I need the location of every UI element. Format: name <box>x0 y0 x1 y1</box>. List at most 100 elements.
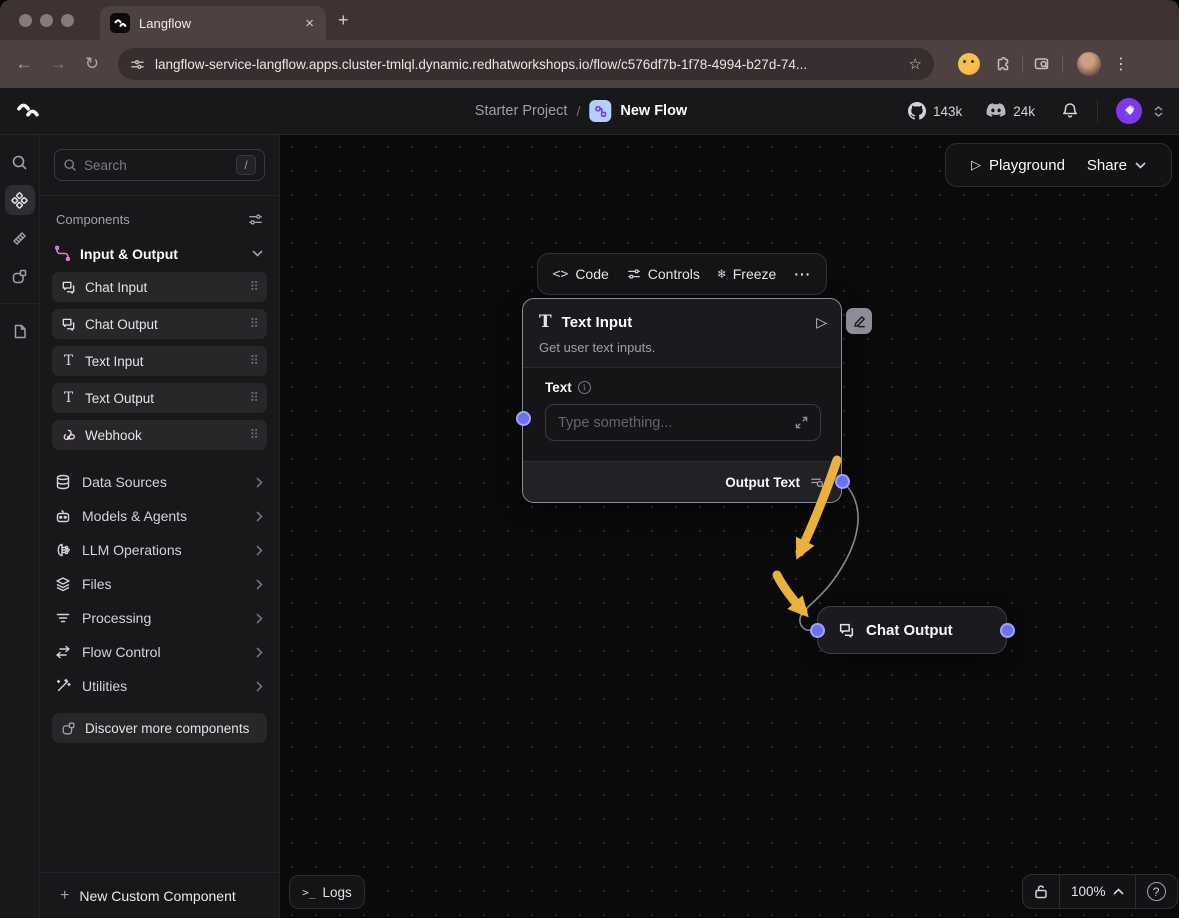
tab-close-icon[interactable]: × <box>303 15 316 32</box>
components-icon[interactable] <box>5 185 35 215</box>
drag-handle-icon[interactable]: ⠿ <box>249 390 258 406</box>
forward-icon[interactable]: → <box>44 54 72 74</box>
breadcrumb-flow-name[interactable]: New Flow <box>620 103 687 119</box>
help-button[interactable]: ? <box>1136 875 1177 908</box>
item-label: Chat Input <box>85 280 240 295</box>
text-field[interactable] <box>545 404 821 441</box>
freeze-button[interactable]: ❄ Freeze <box>718 266 776 282</box>
browser-tab[interactable]: Langflow × <box>100 6 326 40</box>
url-text[interactable]: langflow-service-langflow.apps.cluster-t… <box>155 57 899 72</box>
close-window-button[interactable] <box>19 14 32 27</box>
controls-button[interactable]: Controls <box>627 266 700 282</box>
tab-search-icon[interactable] <box>1033 55 1052 74</box>
share-button[interactable]: Share <box>1087 157 1146 174</box>
webhook-icon <box>61 428 76 443</box>
chevron-right-icon <box>256 545 263 556</box>
expand-icon[interactable] <box>795 416 808 429</box>
category-models-agents[interactable]: Models & Agents <box>40 499 279 533</box>
controls-label: Controls <box>648 266 700 282</box>
playground-button[interactable]: ▷ Playground <box>971 157 1065 174</box>
minimize-window-button[interactable] <box>40 14 53 27</box>
logs-button[interactable]: >_ Logs <box>289 875 365 909</box>
type-icon: T <box>539 312 552 332</box>
drag-handle-icon[interactable]: ⠿ <box>249 316 258 332</box>
chevrons-up-down-icon[interactable] <box>1154 106 1163 117</box>
search-field[interactable] <box>84 158 204 173</box>
zoom-level: 100% <box>1071 884 1106 899</box>
browser-menu-icon[interactable]: ⋮ <box>1107 54 1135 74</box>
filter-settings-icon[interactable] <box>248 212 263 227</box>
plus-icon: + <box>60 887 69 905</box>
filter-icon <box>55 610 71 626</box>
file-icon[interactable] <box>5 316 35 346</box>
extension-avatar-icon[interactable] <box>958 53 980 75</box>
breadcrumb-project[interactable]: Starter Project <box>475 103 568 119</box>
input-handle-text[interactable] <box>516 411 531 426</box>
sidebar-item-chat-output[interactable]: Chat Output ⠿ <box>52 309 267 339</box>
text-input-node[interactable]: T Text Input ▷ Get user text inputs. Tex… <box>522 298 842 503</box>
text-field-input[interactable] <box>558 415 787 431</box>
category-utilities[interactable]: Utilities <box>40 669 279 703</box>
input-handle-chat-output[interactable] <box>810 623 825 638</box>
drag-handle-icon[interactable]: ⠿ <box>249 353 258 369</box>
drag-handle-icon[interactable]: ⠿ <box>249 279 258 295</box>
zoom-level-button[interactable]: 100% <box>1060 875 1135 908</box>
github-stars[interactable]: 143k <box>908 102 962 120</box>
code-icon: <> <box>553 267 569 282</box>
discord-count[interactable]: 24k <box>986 103 1035 119</box>
bundles-icon[interactable] <box>5 223 35 253</box>
chevron-right-icon <box>256 681 263 692</box>
category-flow-control[interactable]: Flow Control <box>40 635 279 669</box>
search-input[interactable]: / <box>54 149 265 181</box>
bookmark-star-icon[interactable]: ☆ <box>909 55 922 73</box>
sidebar-item-chat-input[interactable]: Chat Input ⠿ <box>52 272 267 302</box>
sidebar-item-text-input[interactable]: T Text Input ⠿ <box>52 346 267 376</box>
database-icon <box>55 474 71 490</box>
extensions-puzzle-icon[interactable] <box>994 55 1012 73</box>
lock-button[interactable] <box>1023 875 1059 908</box>
search-icon <box>63 158 77 172</box>
category-llm-operations[interactable]: LLM Operations <box>40 533 279 567</box>
inspect-output-icon[interactable] <box>810 475 825 490</box>
drag-handle-icon[interactable]: ⠿ <box>249 427 258 443</box>
breadcrumb-separator: / <box>576 103 580 119</box>
run-node-icon[interactable]: ▷ <box>816 314 827 331</box>
browser-window: Langflow × + ← → ↻ langflow-service-lang… <box>0 0 1179 918</box>
more-options-button[interactable]: ··· <box>794 266 811 282</box>
notifications-bell-icon[interactable] <box>1061 102 1079 120</box>
group-input-output[interactable]: Input & Output <box>40 233 279 272</box>
edit-pencil-button[interactable] <box>846 308 872 334</box>
category-data-sources[interactable]: Data Sources <box>40 465 279 499</box>
new-tab-button[interactable]: + <box>338 11 349 29</box>
discover-more-components-button[interactable]: Discover more components <box>52 713 267 743</box>
output-handle-chat-output[interactable] <box>1000 623 1015 638</box>
sidebar-item-text-output[interactable]: T Text Output ⠿ <box>52 383 267 413</box>
category-files[interactable]: Files <box>40 567 279 601</box>
blocks-icon[interactable] <box>5 261 35 291</box>
back-icon[interactable]: ← <box>10 54 38 74</box>
chevron-down-icon[interactable] <box>252 250 263 257</box>
canvas-actions-panel: ▷ Playground Share <box>945 143 1172 187</box>
chat-icon <box>61 280 76 295</box>
arrows-right-left-icon <box>55 644 71 660</box>
code-button[interactable]: <> Code <box>553 266 609 282</box>
user-avatar[interactable] <box>1116 98 1142 124</box>
site-info-icon[interactable] <box>130 57 145 72</box>
output-handle-text[interactable] <box>835 474 850 489</box>
browser-profile-avatar[interactable] <box>1077 52 1101 76</box>
langflow-logo[interactable] <box>16 99 40 123</box>
category-processing[interactable]: Processing <box>40 601 279 635</box>
maximize-window-button[interactable] <box>61 14 74 27</box>
chat-output-node[interactable]: Chat Output <box>817 606 1007 654</box>
left-icon-rail <box>0 135 40 918</box>
new-custom-component-button[interactable]: + New Custom Component <box>40 872 279 918</box>
url-bar[interactable]: langflow-service-langflow.apps.cluster-t… <box>118 48 934 80</box>
flow-canvas[interactable]: <> Code Controls ❄ Freeze ··· T <box>280 135 1179 918</box>
pencil-icon <box>853 315 866 328</box>
reload-icon[interactable]: ↻ <box>78 54 106 74</box>
sidebar-item-webhook[interactable]: Webhook ⠿ <box>52 420 267 450</box>
brain-circuit-icon <box>55 542 71 558</box>
category-label: LLM Operations <box>82 542 245 558</box>
discord-member-count: 24k <box>1013 104 1035 119</box>
search-icon[interactable] <box>5 147 35 177</box>
